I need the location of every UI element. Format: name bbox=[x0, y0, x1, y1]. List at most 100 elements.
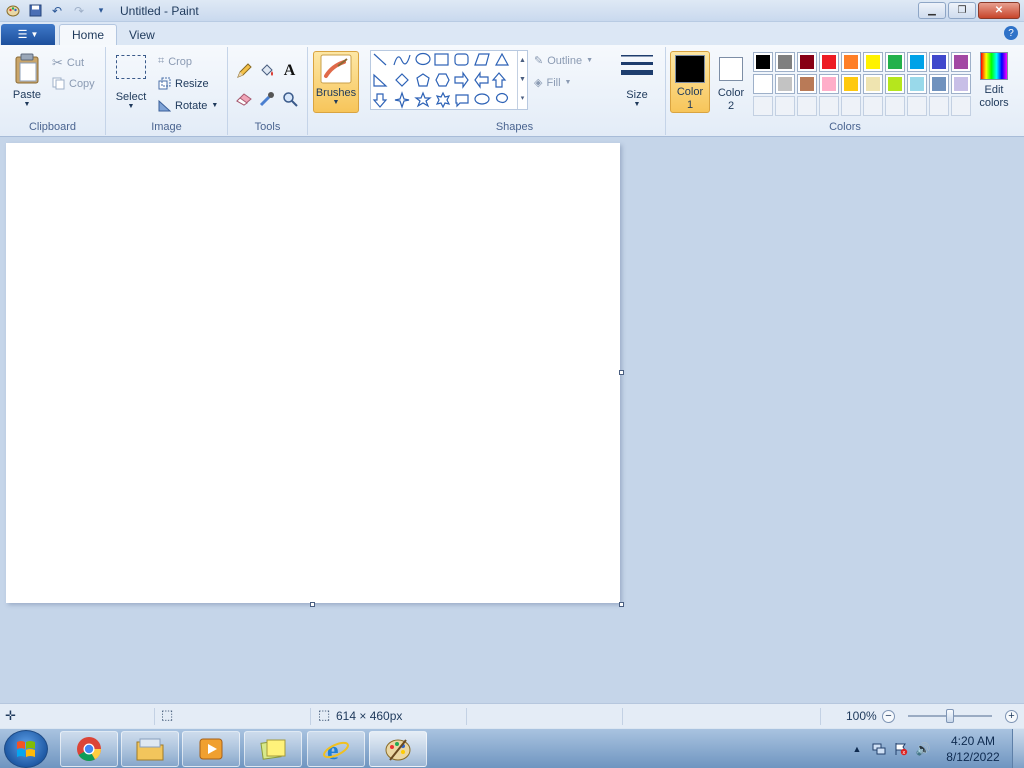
color-swatch[interactable] bbox=[775, 74, 795, 94]
paste-button[interactable]: Paste ▼ bbox=[8, 53, 46, 108]
shapes-scroll[interactable]: ▲ ▼ ▾ bbox=[517, 51, 527, 109]
color-swatch[interactable] bbox=[819, 52, 839, 72]
minimize-button[interactable]: ▁ bbox=[918, 2, 946, 19]
resize-button[interactable]: Resize bbox=[158, 77, 209, 90]
volume-icon[interactable]: 🔊 bbox=[914, 740, 932, 758]
close-button[interactable]: ✕ bbox=[978, 2, 1020, 19]
color2-button[interactable]: Color 2 bbox=[714, 54, 748, 113]
window-title: Untitled - Paint bbox=[120, 3, 199, 18]
image-group: Select ▼ ⌗ Crop Resize Rotate ▼ Image bbox=[106, 47, 228, 135]
taskbar-media-player[interactable] bbox=[182, 731, 240, 767]
drawing-canvas[interactable] bbox=[6, 143, 620, 603]
taskbar-paint[interactable] bbox=[369, 731, 427, 767]
color-swatch[interactable] bbox=[885, 52, 905, 72]
color-swatch[interactable] bbox=[907, 52, 927, 72]
paint-menu-button[interactable]: ☰ ▼ bbox=[1, 24, 55, 45]
fill-button[interactable]: ◈ Fill ▼ bbox=[534, 76, 571, 90]
paint-app-icon[interactable] bbox=[4, 3, 22, 19]
color-swatch[interactable] bbox=[841, 52, 861, 72]
tab-home[interactable]: Home bbox=[59, 24, 118, 45]
resize-icon bbox=[158, 77, 171, 90]
color-swatch[interactable] bbox=[797, 74, 817, 94]
eraser-icon[interactable] bbox=[233, 88, 254, 109]
help-icon[interactable]: ? bbox=[1004, 26, 1018, 40]
save-icon[interactable] bbox=[26, 3, 44, 19]
taskbar-sticky-notes[interactable] bbox=[244, 731, 302, 767]
chrome-icon bbox=[77, 737, 101, 762]
custom-color-swatch[interactable] bbox=[863, 96, 883, 116]
custom-color-swatch[interactable] bbox=[951, 96, 971, 116]
color-swatch[interactable] bbox=[951, 74, 971, 94]
resize-handle-corner[interactable] bbox=[619, 602, 624, 607]
paste-icon bbox=[15, 53, 39, 84]
tools-group: A Tools bbox=[228, 47, 308, 135]
network-icon[interactable] bbox=[870, 740, 888, 758]
menu-icon: ☰ bbox=[17, 29, 28, 41]
color1-button[interactable]: Color 1 bbox=[670, 51, 710, 113]
custom-color-swatch[interactable] bbox=[819, 96, 839, 116]
redo-icon[interactable]: ↷ bbox=[70, 3, 88, 19]
taskbar-explorer[interactable] bbox=[121, 731, 179, 767]
color-swatch[interactable] bbox=[863, 74, 883, 94]
internet-explorer-icon: e bbox=[323, 736, 349, 763]
crop-button[interactable]: ⌗ Crop bbox=[158, 55, 192, 68]
custom-color-swatch[interactable] bbox=[929, 96, 949, 116]
zoom-in-button[interactable]: + bbox=[1005, 710, 1018, 723]
fill-bucket-icon[interactable] bbox=[256, 60, 277, 81]
color-swatch[interactable] bbox=[797, 52, 817, 72]
color-swatch[interactable] bbox=[863, 52, 883, 72]
custom-color-swatch[interactable] bbox=[841, 96, 861, 116]
outline-button[interactable]: ✎ Outline ▼ bbox=[534, 54, 593, 68]
show-hidden-icons-arrow[interactable]: ▲ bbox=[848, 740, 866, 758]
rotate-button[interactable]: Rotate ▼ bbox=[158, 99, 218, 112]
clock[interactable]: 4:20 AM 8/12/2022 bbox=[934, 733, 1012, 765]
colors-group-label: Colors bbox=[829, 121, 861, 133]
color-swatch[interactable] bbox=[907, 74, 927, 94]
color-picker-icon[interactable] bbox=[256, 88, 277, 109]
pencil-icon[interactable] bbox=[233, 60, 254, 81]
copy-button[interactable]: Copy bbox=[52, 77, 95, 90]
custom-color-swatch[interactable] bbox=[885, 96, 905, 116]
size-button[interactable]: Size ▼ bbox=[618, 53, 656, 108]
color-swatch[interactable] bbox=[819, 74, 839, 94]
edit-colors-button[interactable]: Edit colors bbox=[976, 52, 1012, 110]
action-center-flag-icon[interactable]: x bbox=[892, 740, 910, 758]
magnifier-icon[interactable] bbox=[279, 88, 300, 109]
maximize-button[interactable]: ❐ bbox=[948, 2, 976, 19]
custom-color-swatch[interactable] bbox=[797, 96, 817, 116]
cursor-position-icon: ✛ bbox=[5, 708, 16, 723]
taskbar-chrome[interactable] bbox=[60, 731, 118, 767]
resize-handle-bottom[interactable] bbox=[310, 602, 315, 607]
undo-icon[interactable]: ↶ bbox=[48, 3, 66, 19]
ribbon-tabs: ☰ ▼ Home View ? bbox=[0, 22, 1024, 45]
select-rectangle-icon bbox=[116, 55, 146, 79]
color-swatch[interactable] bbox=[753, 74, 773, 94]
color-swatch[interactable] bbox=[929, 74, 949, 94]
customize-qat-icon[interactable]: ▾ bbox=[92, 3, 110, 19]
start-button[interactable] bbox=[4, 730, 48, 768]
chevron-down-icon: ▼ bbox=[332, 99, 340, 106]
color-swatch[interactable] bbox=[951, 52, 971, 72]
show-desktop-button[interactable] bbox=[1012, 729, 1024, 768]
color-swatch[interactable] bbox=[775, 52, 795, 72]
custom-color-swatch[interactable] bbox=[907, 96, 927, 116]
color-swatch[interactable] bbox=[929, 52, 949, 72]
cut-button[interactable]: ✂ Cut bbox=[52, 55, 84, 71]
brushes-button[interactable]: Brushes ▼ bbox=[313, 51, 359, 113]
zoom-out-button[interactable]: − bbox=[882, 710, 895, 723]
select-button[interactable]: Select ▼ bbox=[114, 55, 148, 110]
system-tray: ▲ x 🔊 4:20 AM 8/12/2022 bbox=[846, 729, 1024, 768]
line-size-icon bbox=[621, 55, 653, 75]
workspace bbox=[0, 137, 1024, 703]
resize-handle-right[interactable] bbox=[619, 370, 624, 375]
tab-view[interactable]: View bbox=[117, 24, 167, 45]
custom-color-swatch[interactable] bbox=[753, 96, 773, 116]
color-swatch[interactable] bbox=[753, 52, 773, 72]
scissors-icon: ✂ bbox=[52, 55, 63, 70]
color-swatch[interactable] bbox=[885, 74, 905, 94]
text-tool-icon[interactable]: A bbox=[279, 60, 300, 81]
custom-color-swatch[interactable] bbox=[775, 96, 795, 116]
taskbar-internet-explorer[interactable]: e bbox=[307, 731, 365, 767]
zoom-slider-thumb[interactable] bbox=[946, 709, 954, 723]
color-swatch[interactable] bbox=[841, 74, 861, 94]
